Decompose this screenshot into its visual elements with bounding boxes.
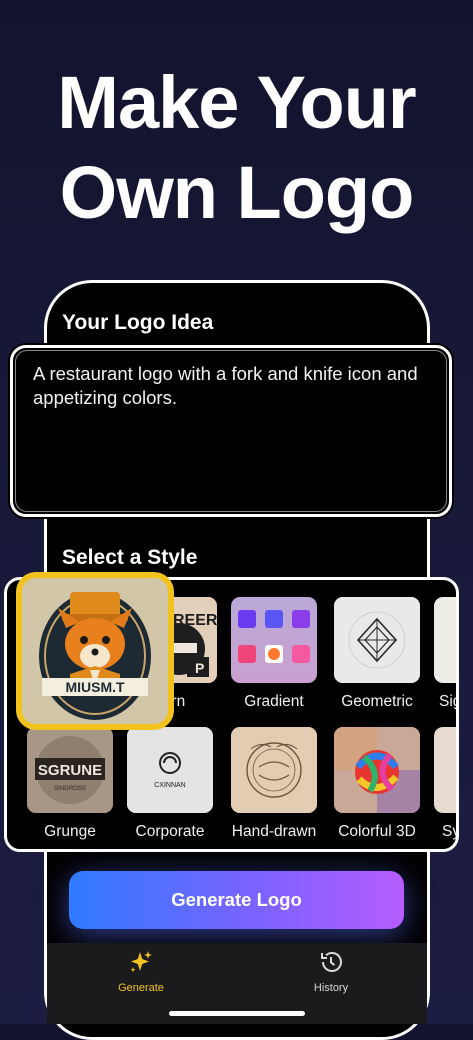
- grunge-tile-title: SGRUNE: [38, 762, 102, 779]
- hand-drawn-logo-image: [231, 727, 317, 813]
- style-tile-grunge[interactable]: SGRUNE SINGROSS: [27, 727, 113, 813]
- colorful-3d-logo-image: [334, 727, 420, 813]
- mascot-tile-text: MIUSM.T: [65, 679, 125, 695]
- mascot-logo-image: MIUSM.T: [22, 578, 168, 724]
- style-label-colorful-3d: Colorful 3D: [338, 823, 416, 840]
- tab-history[interactable]: History: [291, 949, 371, 994]
- style-label-hand-drawn: Hand-drawn: [231, 823, 317, 840]
- style-label-geometric: Geometric: [341, 693, 413, 710]
- style-tile-mascot-selected[interactable]: MIUSM.T: [16, 572, 174, 730]
- headline: Make Your Own Logo: [0, 58, 473, 238]
- corporate-tile-text: CXINNAN: [154, 782, 186, 789]
- headline-line-2: Own Logo: [59, 151, 415, 234]
- style-label-corporate: Corporate: [135, 823, 205, 840]
- grunge-tile-sub: SINGROSS: [54, 786, 86, 792]
- style-tile-hand-drawn[interactable]: [231, 727, 317, 813]
- home-indicator: [169, 1011, 305, 1016]
- style-label-symbol: Sy: [442, 823, 459, 840]
- modern-tile-letter: P: [195, 660, 204, 676]
- geometric-logo-image: [334, 597, 420, 683]
- style-label-gradient: Gradient: [244, 693, 304, 710]
- sparkles-icon: [130, 951, 152, 973]
- logo-idea-text[interactable]: A restaurant logo with a fork and knife …: [33, 362, 431, 410]
- style-tile-symbol[interactable]: [434, 727, 456, 813]
- logo-idea-textarea[interactable]: A restaurant logo with a fork and knife …: [10, 345, 452, 517]
- tab-history-label: History: [313, 982, 349, 994]
- grunge-logo-image: SGRUNE SINGROSS: [27, 727, 113, 813]
- style-tile-corporate[interactable]: CXINNAN: [127, 727, 213, 813]
- style-tile-signature[interactable]: [434, 597, 456, 683]
- gradient-logo-image: [238, 610, 310, 663]
- idea-section-title: Your Logo Idea: [62, 311, 214, 334]
- history-clock-icon: [321, 952, 342, 972]
- generate-logo-button[interactable]: Generate Logo: [69, 871, 404, 929]
- style-section-title: Select a Style: [62, 546, 198, 569]
- style-tile-colorful-3d[interactable]: [334, 727, 420, 813]
- corporate-logo-image: CXINNAN: [127, 727, 213, 813]
- tab-generate[interactable]: Generate: [101, 949, 181, 994]
- modern-tile-text: REER: [173, 612, 217, 629]
- style-tile-geometric[interactable]: [334, 597, 420, 683]
- style-tile-gradient[interactable]: [231, 597, 317, 683]
- tab-generate-label: Generate: [118, 982, 164, 994]
- headline-line-1: Make Your: [57, 61, 416, 144]
- style-label-signature: Sig: [439, 693, 456, 710]
- style-label-grunge: Grunge: [44, 823, 96, 840]
